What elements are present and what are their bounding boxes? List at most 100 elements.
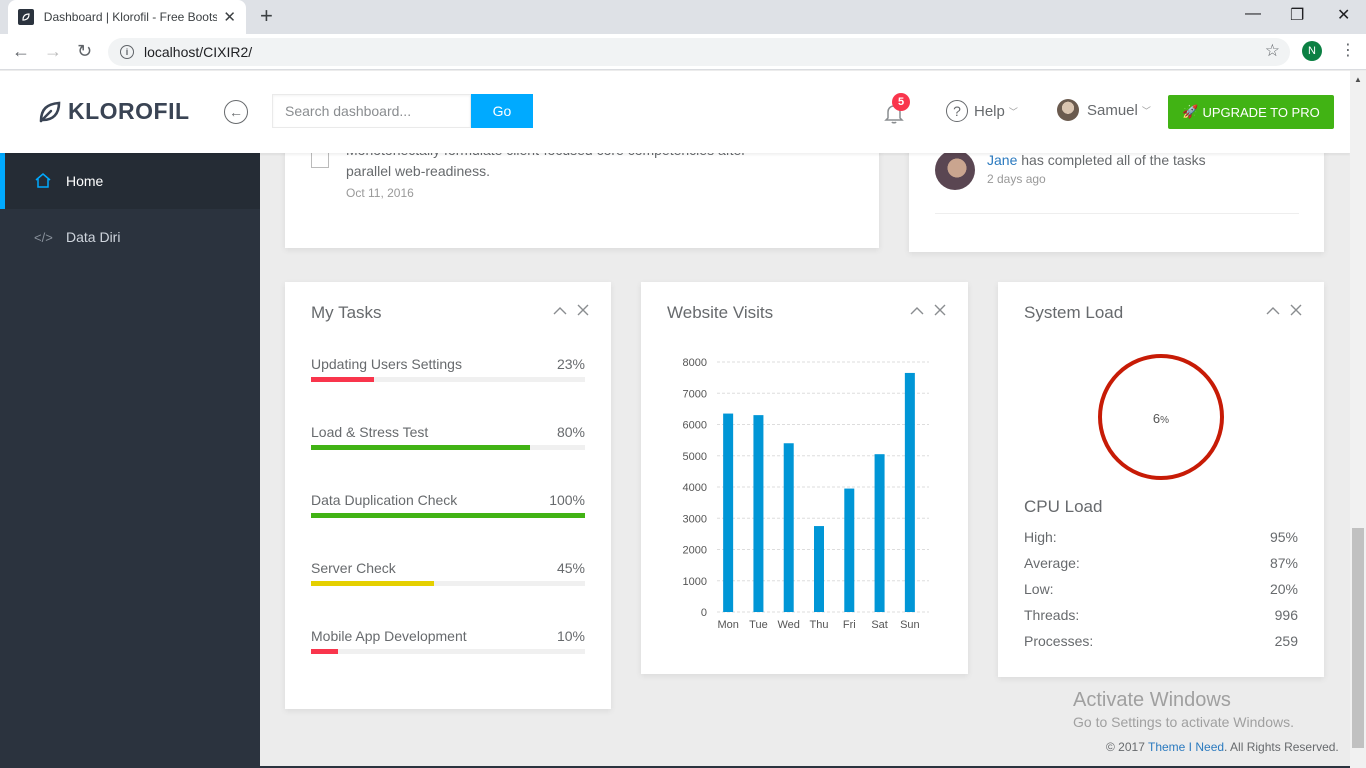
tab-close-icon[interactable]: ✕	[223, 8, 236, 26]
user-menu[interactable]: Samuel ﹀	[1057, 99, 1151, 121]
divider	[935, 213, 1299, 214]
scroll-up-icon[interactable]: ▲	[1354, 75, 1362, 84]
x-tick-label: Sat	[871, 619, 888, 631]
task-progress-fill	[311, 513, 585, 518]
profile-avatar[interactable]: N	[1302, 41, 1322, 61]
browser-menu-icon[interactable]: ⋮	[1340, 40, 1356, 60]
restore-button[interactable]: ❐	[1290, 5, 1304, 25]
bar[interactable]	[814, 526, 824, 612]
task-name: Data Duplication Check	[311, 492, 458, 508]
y-tick-label: 5000	[683, 451, 707, 463]
x-tick-label: Wed	[778, 619, 800, 631]
minimize-button[interactable]: —	[1245, 5, 1261, 23]
sidebar-item-label: Home	[66, 173, 104, 189]
chevron-down-icon: ﹀	[1141, 105, 1151, 116]
omnibox[interactable]: i localhost/CIXIR2/ ☆	[108, 38, 1290, 66]
task-progress-track	[311, 581, 585, 586]
upgrade-button[interactable]: 🚀 UPGRADE TO PRO	[1168, 95, 1334, 129]
cpu-stat-row: Threads: 996	[1024, 607, 1298, 623]
chevron-down-icon: ﹀	[1008, 106, 1018, 117]
task-progress-fill	[311, 581, 435, 586]
question-icon: ?	[946, 100, 968, 122]
help-label: Help	[974, 102, 1005, 120]
cpu-stat-row: Processes: 259	[1024, 633, 1298, 649]
cpu-unit: %	[1160, 415, 1170, 426]
y-tick-label: 2000	[683, 545, 707, 557]
y-tick-label: 0	[701, 607, 707, 619]
task-name: Mobile App Development	[311, 628, 467, 644]
activity-user-link[interactable]: Jane	[987, 152, 1017, 168]
home-icon	[34, 172, 52, 191]
collapse-icon[interactable]	[1266, 303, 1280, 320]
task-progress-track	[311, 377, 585, 382]
page-scrollbar[interactable]: ▲	[1350, 71, 1366, 768]
bar[interactable]	[874, 454, 885, 612]
footer-prefix: © 2017	[1106, 740, 1148, 754]
footer-copyright: © 2017 Theme I Need. All Rights Reserved…	[1106, 740, 1339, 754]
search-input[interactable]	[272, 94, 471, 128]
code-icon: </>	[34, 229, 53, 245]
sidebar-toggle-arrow-icon[interactable]: ←	[224, 100, 248, 124]
avatar	[935, 150, 975, 190]
cpu-stat-value: 20%	[1269, 581, 1298, 597]
brand-name: KLOROFIL	[68, 98, 190, 124]
bookmark-star-icon[interactable]: ☆	[1265, 41, 1280, 61]
task-name: Server Check	[311, 560, 396, 576]
top-navbar: KLOROFIL ← Go 5 ? Help ﹀ Samuel ﹀ 🚀 UPGR…	[0, 71, 1350, 153]
cpu-stat-value: 87%	[1269, 555, 1298, 571]
close-icon[interactable]	[577, 303, 589, 320]
cpu-stat-label: Average:	[1024, 555, 1080, 571]
y-tick-label: 8000	[683, 357, 707, 369]
task-percent: 100%	[549, 492, 585, 508]
sidebar: Home </> Data Diri	[0, 153, 260, 768]
back-arrow-icon[interactable]: ←	[12, 41, 30, 62]
url-text[interactable]: localhost/CIXIR2/	[144, 44, 252, 60]
favicon-icon	[18, 9, 34, 25]
cpu-stat-label: Processes:	[1024, 633, 1094, 649]
sidebar-item-data-diri[interactable]: </> Data Diri	[0, 209, 260, 265]
sidebar-item-home[interactable]: Home	[0, 153, 260, 209]
bar[interactable]	[753, 415, 764, 612]
site-info-icon[interactable]: i	[120, 45, 134, 59]
y-tick-label: 6000	[683, 420, 707, 432]
help-menu[interactable]: ? Help ﹀	[946, 100, 1018, 122]
activate-windows-title: Activate Windows	[1073, 689, 1231, 711]
cpu-stat-row: High: 95%	[1024, 529, 1298, 545]
collapse-icon[interactable]	[553, 303, 567, 320]
forward-arrow-icon[interactable]: →	[44, 41, 62, 62]
browser-tab[interactable]: Dashboard | Klorofil - Free Bootstrap ✕	[8, 0, 246, 34]
task-percent: 23%	[556, 356, 585, 372]
x-tick-label: Sun	[900, 619, 920, 631]
brand-logo[interactable]: KLOROFIL	[38, 98, 190, 125]
task-progress-track	[311, 445, 585, 450]
activity-text: Jane has completed all of the tasks	[987, 152, 1206, 168]
system-load-panel: System Load 6% CPU Load High: 95% Average:…	[998, 282, 1324, 677]
bar[interactable]	[723, 413, 734, 612]
task-progress-fill	[311, 377, 375, 382]
search-go-button[interactable]: Go	[471, 94, 533, 128]
scrollbar-thumb[interactable]	[1352, 528, 1364, 748]
my-tasks-panel: My Tasks Updating Users Settings 23% Load …	[285, 282, 611, 709]
bar[interactable]	[783, 443, 794, 612]
cpu-stat-row: Low: 20%	[1024, 581, 1298, 597]
close-window-button[interactable]: ✕	[1337, 5, 1350, 25]
bar[interactable]	[844, 488, 855, 612]
footer-link[interactable]: Theme I Need	[1148, 740, 1224, 754]
bar[interactable]	[904, 372, 915, 612]
y-tick-label: 1000	[683, 576, 707, 588]
cpu-gauge: 6%	[1098, 354, 1224, 480]
x-tick-label: Fri	[843, 619, 856, 631]
task-percent: 10%	[556, 628, 585, 644]
cpu-gauge-value: 6%	[1102, 411, 1220, 426]
new-tab-button[interactable]: +	[260, 5, 273, 27]
task-percent: 80%	[556, 424, 585, 440]
task-progress-fill	[311, 649, 339, 654]
upgrade-label: UPGRADE TO PRO	[1202, 104, 1320, 120]
user-name: Samuel	[1087, 101, 1138, 119]
task-name: Load & Stress Test	[311, 424, 429, 440]
cpu-stat-value: 996	[1274, 607, 1298, 623]
reload-icon[interactable]: ↻	[77, 41, 92, 62]
y-tick-label: 4000	[683, 482, 707, 494]
close-icon[interactable]	[1290, 303, 1302, 320]
tab-title: Dashboard | Klorofil - Free Bootstrap	[43, 10, 218, 24]
